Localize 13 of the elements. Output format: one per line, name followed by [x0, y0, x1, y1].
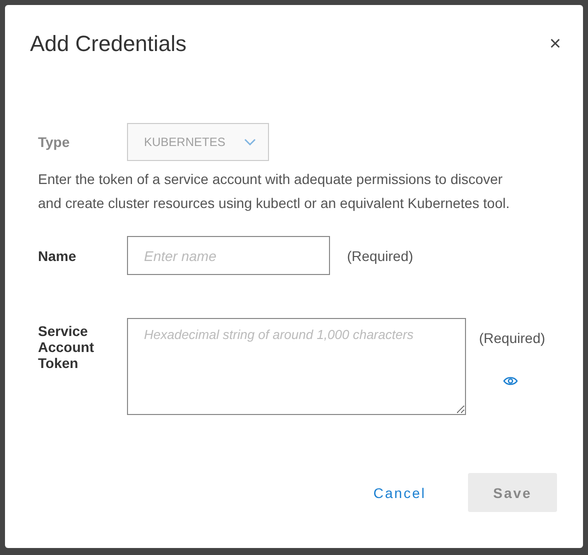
- description-text: Enter the token of a service account with adequate permissions to discover and create cluster resources using kubectl or an equivalent Kubernetes tool.: [38, 170, 511, 213]
- eye-icon[interactable]: [503, 376, 518, 386]
- name-label: Name: [38, 248, 78, 264]
- close-button[interactable]: ×: [549, 32, 561, 56]
- token-textarea[interactable]: Hexadecimal string of around 1,000 characters: [127, 318, 466, 415]
- name-input[interactable]: Enter name: [127, 236, 330, 275]
- token-label: Service Account Token: [38, 323, 95, 371]
- caret-icon: [244, 138, 256, 146]
- required-note: (Required): [479, 330, 546, 346]
- dialog-title: Add Credentials: [30, 31, 187, 57]
- cancel-button[interactable]: Cancel: [365, 480, 434, 504]
- type-label: Type: [38, 134, 71, 150]
- required-note: (Required): [347, 248, 414, 264]
